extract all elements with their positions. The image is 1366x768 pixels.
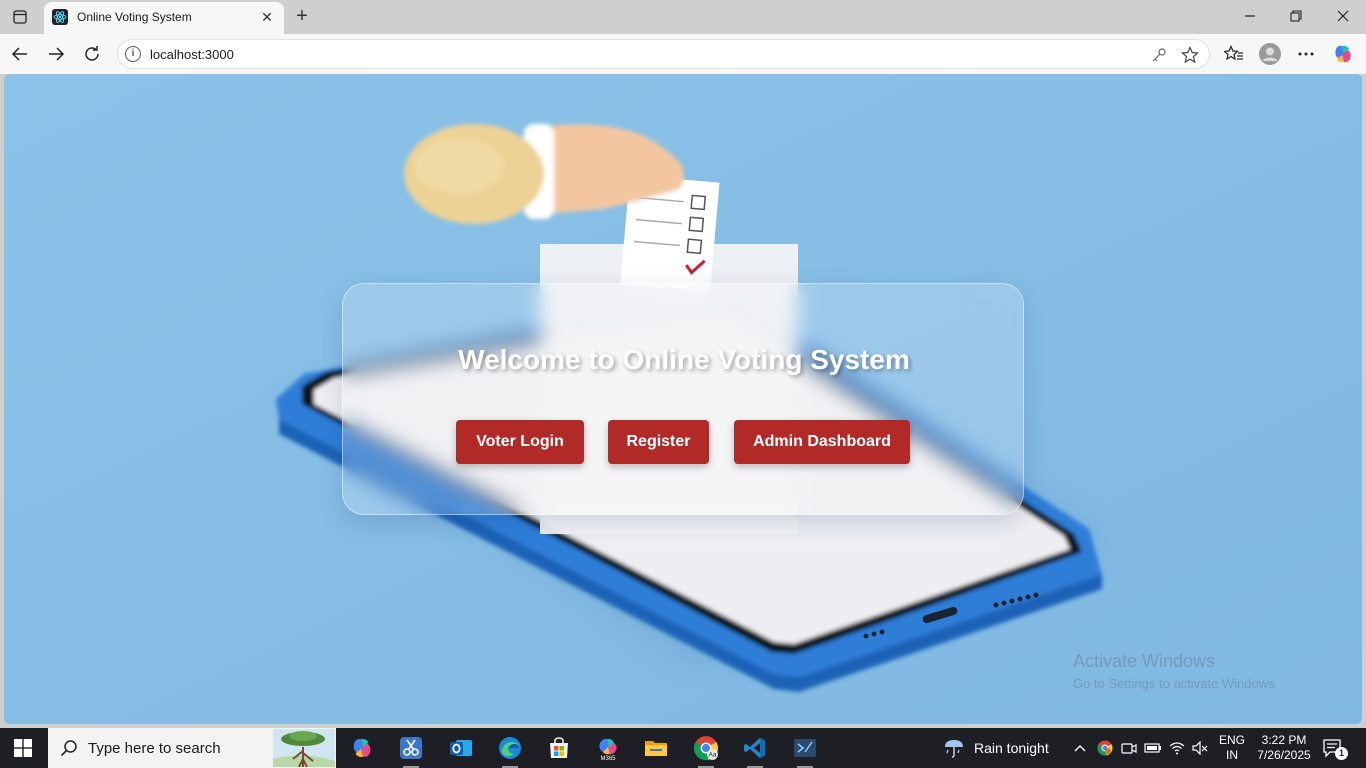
watermark-line1: Activate Windows [1073, 651, 1216, 671]
battery-icon[interactable] [1144, 739, 1162, 757]
close-window-icon[interactable] [1333, 6, 1353, 26]
favorite-star-icon[interactable] [1181, 46, 1199, 64]
wifi-icon[interactable] [1168, 739, 1186, 757]
svg-text:M365: M365 [600, 756, 616, 761]
page-viewport: Welcome to Online Voting System Voter Lo… [4, 74, 1362, 724]
windows-taskbar: Type here to search M365 Aa Rain tonight… [0, 728, 1366, 768]
svg-text:Aa: Aa [709, 752, 717, 759]
camera-icon[interactable] [1120, 739, 1138, 757]
weather-text[interactable]: Rain tonight [974, 740, 1049, 756]
windows-start-icon[interactable] [14, 739, 32, 757]
admin-dashboard-button[interactable]: Admin Dashboard [734, 420, 910, 464]
site-info-icon[interactable]: i [125, 46, 141, 62]
chrome-tray-icon[interactable] [1096, 739, 1114, 757]
register-button[interactable]: Register [608, 420, 709, 464]
tab-close-icon[interactable]: ✕ [258, 8, 276, 26]
page-title: Welcome to Online Voting System [458, 344, 910, 375]
outlook-icon[interactable] [441, 732, 481, 764]
search-icon [60, 740, 77, 757]
file-explorer-icon[interactable] [636, 732, 676, 764]
lang-line2: IN [1226, 748, 1238, 762]
rain-weather-icon[interactable] [942, 736, 966, 760]
clock-time: 3:22 PM [1261, 733, 1307, 747]
search-placeholder: Type here to search [88, 740, 221, 757]
terminal-app-icon[interactable] [785, 732, 825, 768]
address-bar[interactable]: i localhost:3000 [117, 39, 1210, 69]
watermark-line2: Go to Settings to activate Windows. [1073, 676, 1279, 691]
chrome-icon[interactable]: Aa [686, 732, 726, 768]
react-icon [52, 9, 68, 25]
copilot-app-icon[interactable] [342, 732, 382, 764]
snipping-tool-icon[interactable] [391, 732, 431, 768]
notification-badge: 1 [1335, 747, 1348, 760]
vscode-icon[interactable] [735, 732, 775, 768]
clock-date: 7/26/2025 [1257, 748, 1311, 762]
notification-center[interactable]: 1 [1322, 738, 1352, 760]
tab-actions-icon[interactable] [8, 6, 32, 28]
activate-windows-watermark: Activate Windows Go to Settings to activ… [1073, 651, 1278, 691]
url-text[interactable]: localhost:3000 [150, 47, 234, 62]
m365-icon[interactable]: M365 [588, 732, 628, 764]
new-tab-button[interactable]: + [290, 5, 314, 27]
edge-icon[interactable] [490, 732, 530, 768]
more-menu-icon[interactable] [1294, 42, 1318, 66]
language-indicator[interactable]: ENG IN [1219, 733, 1245, 763]
forward-icon[interactable] [44, 42, 68, 66]
search-highlight-tree-icon [273, 729, 335, 767]
microsoft-store-icon[interactable] [539, 732, 579, 764]
restore-icon[interactable] [1286, 6, 1306, 26]
chevron-up-icon[interactable] [1071, 739, 1089, 757]
tab-title: Online Voting System [77, 10, 192, 24]
browser-tab-strip: Online Voting System ✕ + [0, 0, 1366, 34]
browser-tab[interactable]: Online Voting System ✕ [44, 2, 284, 34]
profile-avatar-icon[interactable] [1258, 42, 1282, 66]
lang-line1: ENG [1219, 733, 1246, 747]
copilot-icon[interactable] [1331, 42, 1355, 66]
taskbar-clock[interactable]: 3:22 PM 7/26/2025 [1255, 733, 1313, 763]
voter-login-button[interactable]: Voter Login [456, 420, 584, 464]
welcome-card: Welcome to Online Voting System Voter Lo… [342, 283, 1024, 515]
back-icon[interactable] [8, 42, 32, 66]
key-icon[interactable] [1150, 46, 1168, 64]
minimize-icon[interactable] [1240, 6, 1260, 26]
favorites-icon[interactable] [1222, 42, 1246, 66]
refresh-icon[interactable] [80, 42, 104, 66]
taskbar-search[interactable]: Type here to search [48, 728, 336, 768]
volume-muted-icon[interactable] [1191, 739, 1209, 757]
browser-toolbar: i localhost:3000 [0, 34, 1366, 74]
